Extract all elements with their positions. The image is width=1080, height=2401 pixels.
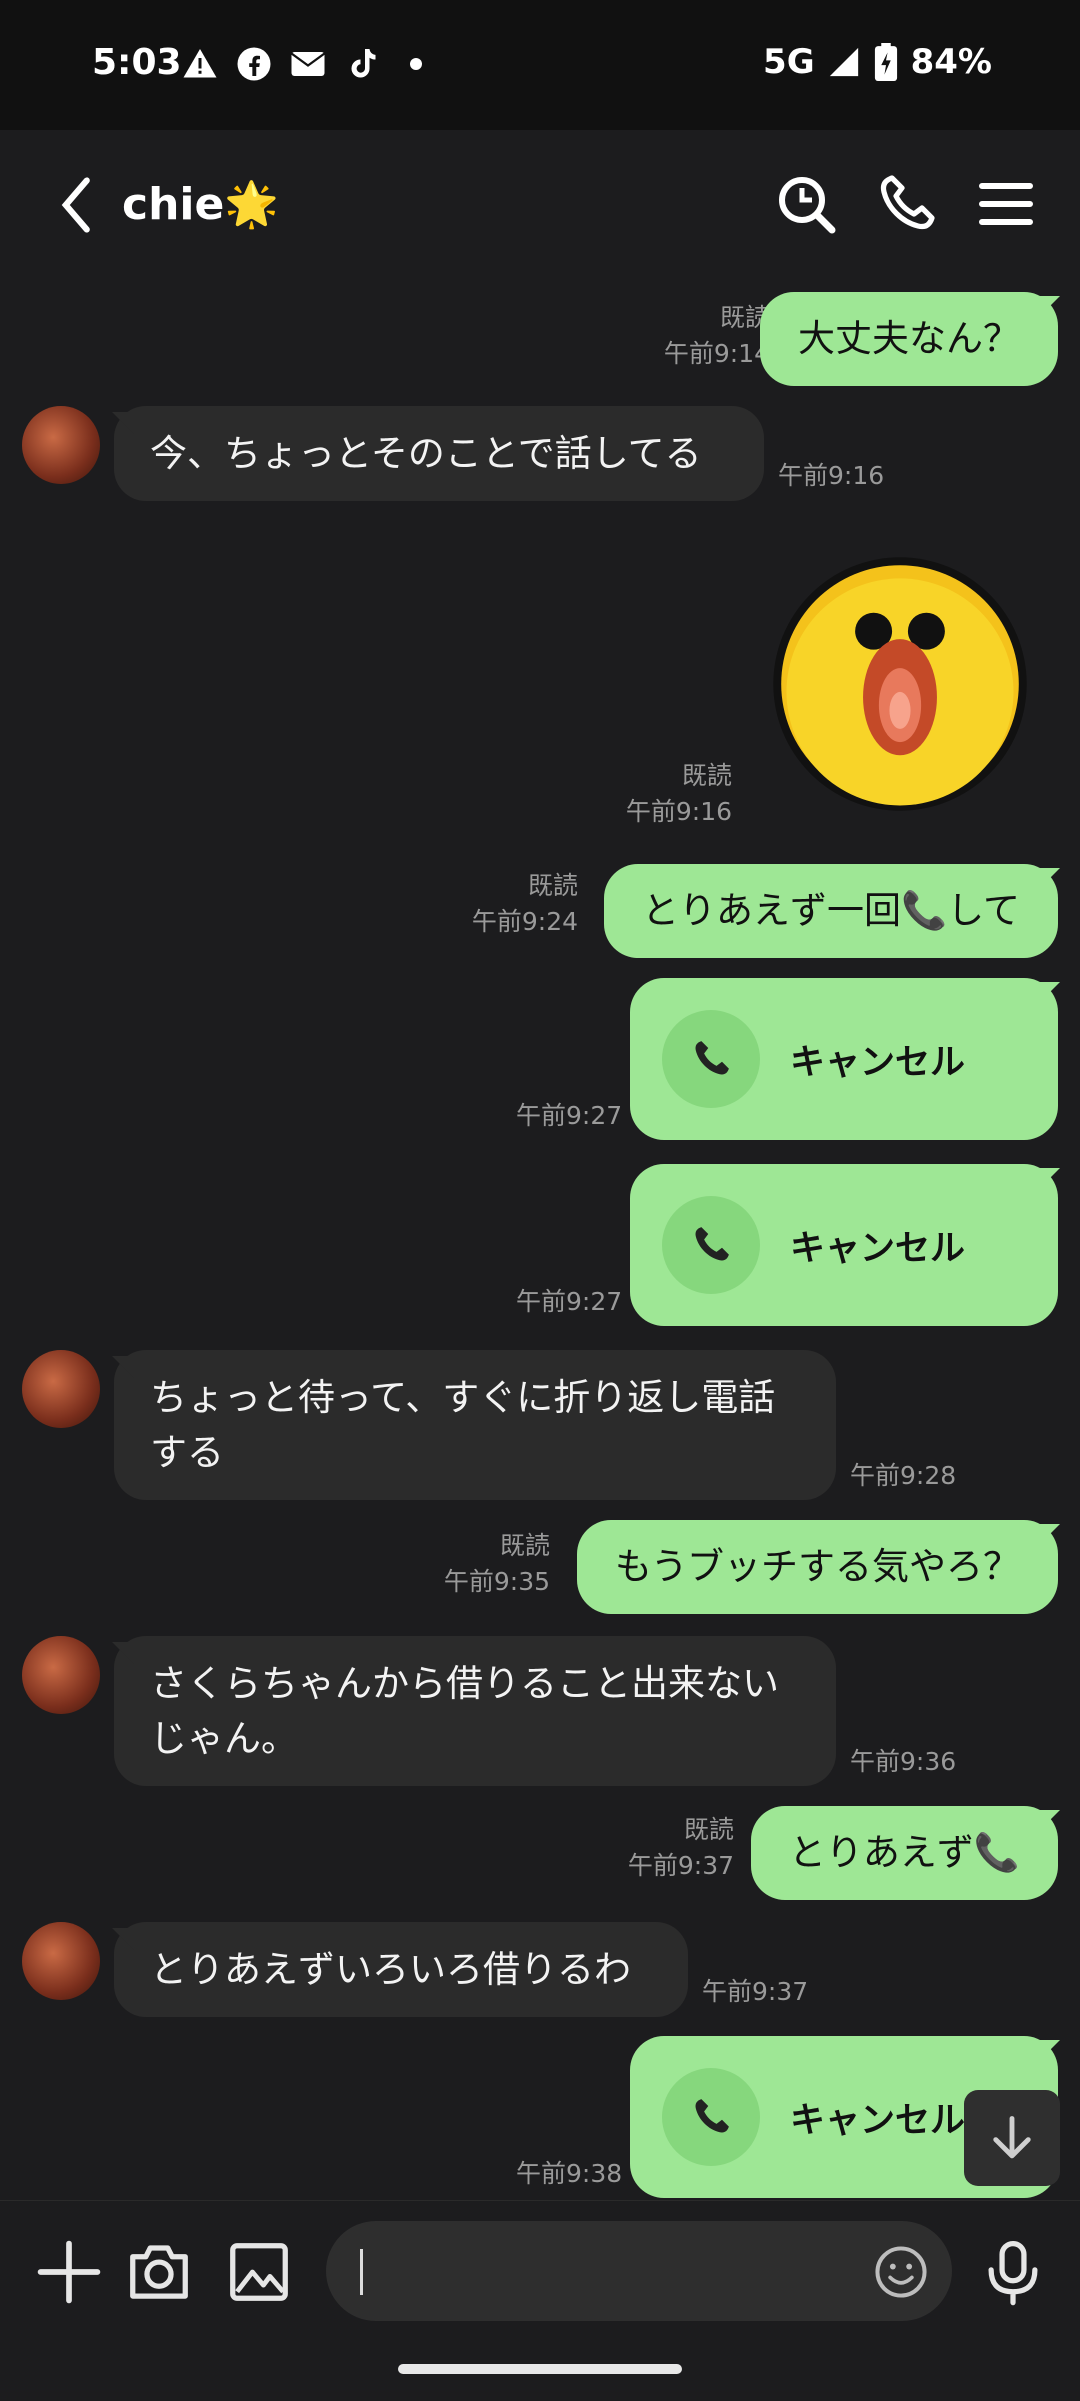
chat-header: chie🌟 xyxy=(0,130,1080,280)
call-message[interactable]: キャンセル xyxy=(630,1164,1058,1326)
message-time: 午前9:27 xyxy=(516,1101,623,1130)
read-receipt: 既読 xyxy=(681,761,732,790)
status-right: 5G 84% xyxy=(763,42,992,82)
outgoing-message[interactable]: とりあえず一回📞して xyxy=(604,864,1058,958)
message-meta: 既読 午前9:37 xyxy=(628,1812,734,1884)
battery-icon xyxy=(874,43,897,81)
battery-level: 84% xyxy=(910,42,992,82)
message-text: さくらちゃんから借りること出来ないじゃん。 xyxy=(150,1662,779,1760)
outgoing-message[interactable]: とりあえず📞 xyxy=(750,1806,1058,1900)
read-receipt: 既読 xyxy=(683,1815,734,1844)
message-time: 午前9:37 xyxy=(702,1977,809,2006)
call-icon-circle xyxy=(662,1196,760,1294)
warning-icon xyxy=(183,49,217,78)
message-meta: 既読 午前9:14 xyxy=(664,300,770,372)
message-text: もうブッチする気やろ？ xyxy=(614,1545,1020,1588)
facebook-icon xyxy=(237,47,271,81)
avatar[interactable] xyxy=(22,406,100,484)
scroll-to-bottom-button[interactable] xyxy=(964,2090,1060,2186)
message-time: 午前9:37 xyxy=(627,1851,734,1880)
message-time: 午前9:28 xyxy=(850,1461,957,1490)
network-label: 5G xyxy=(763,42,815,82)
back-arrow-icon[interactable] xyxy=(48,170,108,240)
tiktok-icon xyxy=(351,49,376,78)
status-time: 5:03 xyxy=(92,42,182,83)
incoming-message[interactable]: 今、ちょっとそのことで話してる xyxy=(114,406,764,501)
message-time: 午前9:16 xyxy=(625,797,732,826)
image-icon[interactable] xyxy=(224,2237,294,2307)
menu-icon[interactable] xyxy=(974,172,1038,236)
text-cursor xyxy=(360,2249,363,2295)
phone-icon[interactable] xyxy=(874,172,938,236)
outgoing-message[interactable]: 大丈夫なん？ xyxy=(760,292,1058,386)
home-indicator[interactable] xyxy=(398,2364,682,2374)
plus-icon[interactable] xyxy=(34,2237,104,2307)
message-time: 午前9:27 xyxy=(516,1287,623,1316)
message-text: とりあえず一回📞して xyxy=(642,889,1020,932)
avatar[interactable] xyxy=(22,1350,100,1428)
avatar[interactable] xyxy=(22,1636,100,1714)
incoming-message[interactable]: さくらちゃんから借りること出来ないじゃん。 xyxy=(114,1636,836,1786)
chat-title[interactable]: chie🌟 xyxy=(122,178,279,230)
signal-icon xyxy=(829,47,858,77)
message-time: 午前9:24 xyxy=(471,907,578,936)
notification-icons xyxy=(182,46,434,82)
message-meta: 既読 午前9:35 xyxy=(444,1528,550,1600)
status-bar: 5:03 5G 84% xyxy=(0,0,1080,130)
chat-messages[interactable]: 既読 午前9:14 大丈夫なん？ 今、ちょっとそのことで話してる 午前9:16 … xyxy=(0,280,1080,2200)
incoming-message[interactable]: とりあえずいろいろ借りるわ xyxy=(114,1922,688,2017)
message-text: 今、ちょっとそのことで話してる xyxy=(150,432,702,475)
call-status: キャンセル xyxy=(790,2101,966,2141)
phone-icon xyxy=(695,1041,729,1075)
message-time: 午前9:35 xyxy=(443,1567,550,1596)
message-meta: 既読 午前9:16 xyxy=(626,758,732,830)
call-status: キャンセル xyxy=(790,1043,966,1083)
message-time: 午前9:36 xyxy=(850,1747,957,1776)
sally-sticker[interactable] xyxy=(768,552,1032,816)
dot-icon xyxy=(410,58,422,70)
call-icon-circle xyxy=(662,1010,760,1108)
outgoing-message[interactable]: もうブッチする気やろ？ xyxy=(576,1520,1058,1614)
message-text: とりあえず📞 xyxy=(788,1831,1020,1874)
search-icon[interactable] xyxy=(774,172,838,236)
call-status: キャンセル xyxy=(790,1229,966,1269)
read-receipt: 既読 xyxy=(527,871,578,900)
camera-icon[interactable] xyxy=(124,2237,194,2307)
call-message[interactable]: キャンセル xyxy=(630,978,1058,1140)
call-icon-circle xyxy=(662,2068,760,2166)
avatar[interactable] xyxy=(22,1922,100,2000)
emoji-icon[interactable] xyxy=(872,2243,930,2301)
message-text: ちょっと待って、すぐに折り返し電話する xyxy=(150,1376,776,1474)
message-text: とりあえずいろいろ借りるわ xyxy=(150,1948,631,1991)
arrow-down-icon xyxy=(993,2116,1031,2159)
microphone-icon[interactable] xyxy=(978,2237,1048,2307)
incoming-message[interactable]: ちょっと待って、すぐに折り返し電話する xyxy=(114,1350,836,1500)
message-time: 午前9:16 xyxy=(778,461,885,490)
message-text: 大丈夫なん？ xyxy=(798,317,1020,360)
read-receipt: 既読 xyxy=(719,303,770,332)
message-input[interactable] xyxy=(326,2221,952,2321)
phone-icon xyxy=(695,2099,729,2133)
read-receipt: 既読 xyxy=(499,1531,550,1560)
message-time: 午前9:14 xyxy=(663,339,770,368)
message-time: 午前9:38 xyxy=(516,2159,623,2188)
message-meta: 既読 午前9:24 xyxy=(472,868,578,940)
phone-icon xyxy=(695,1227,729,1261)
au-mail-icon xyxy=(290,52,326,76)
